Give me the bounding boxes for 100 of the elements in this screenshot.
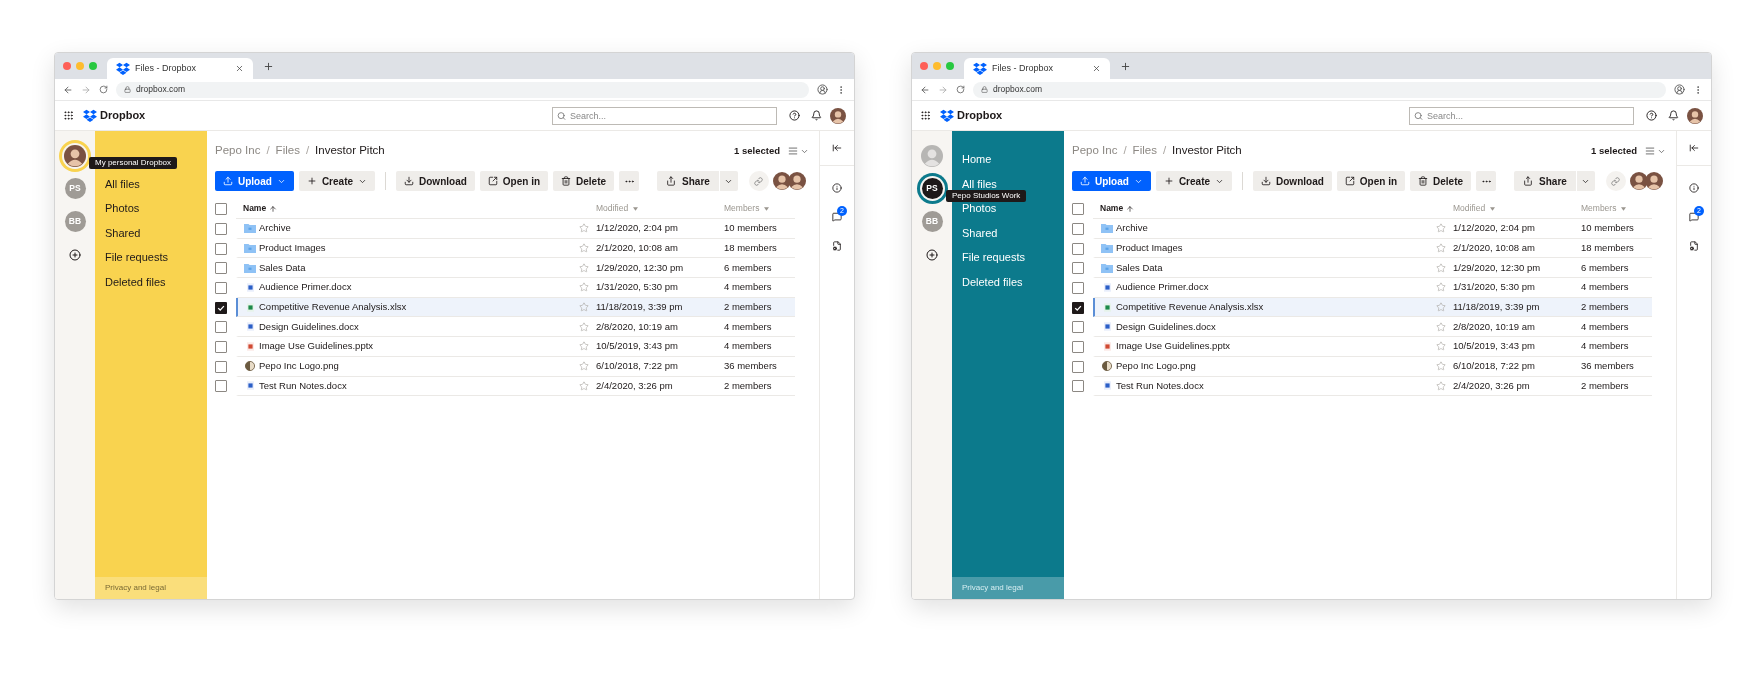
nav-item[interactable]: Shared xyxy=(962,220,998,245)
column-header[interactable]: Name xyxy=(243,202,267,215)
select-all-checkbox[interactable] xyxy=(215,203,227,215)
share-button[interactable]: Share xyxy=(657,171,719,191)
notifications-icon[interactable] xyxy=(1668,110,1679,121)
browser-tab[interactable]: Files - Dropbox xyxy=(964,58,1110,79)
row-checkbox[interactable] xyxy=(215,301,227,314)
app-grid-icon[interactable] xyxy=(63,110,74,121)
profile-icon[interactable] xyxy=(1674,84,1685,95)
star-icon[interactable] xyxy=(579,262,589,273)
row-checkbox[interactable] xyxy=(1072,380,1084,393)
file-row[interactable]: Image Use Guidelines.pptx 10/5/2019, 3:43 pm 4 members xyxy=(1093,337,1652,357)
row-checkbox[interactable] xyxy=(215,340,227,353)
row-checkbox[interactable] xyxy=(215,281,227,294)
reload-icon[interactable] xyxy=(956,85,965,94)
nav-item[interactable]: File requests xyxy=(962,245,1025,270)
download-button[interactable]: Download xyxy=(396,171,475,191)
delete-button[interactable]: Delete xyxy=(553,171,615,191)
star-icon[interactable] xyxy=(579,243,589,254)
star-icon[interactable] xyxy=(1436,243,1446,254)
help-icon[interactable] xyxy=(789,110,800,121)
column-header[interactable]: Name xyxy=(1100,202,1124,215)
file-row[interactable]: Product Images 2/1/2020, 10:08 am 18 members xyxy=(236,238,795,259)
breadcrumb-item[interactable]: Pepo Inc xyxy=(215,142,261,160)
breadcrumb-item[interactable]: Files xyxy=(1132,142,1157,160)
star-icon[interactable] xyxy=(1436,302,1446,313)
star-icon[interactable] xyxy=(579,321,589,332)
file-row[interactable]: Competitive Revenue Analysis.xlsx 11/18/2019, 3:39 pm 2 members xyxy=(236,297,795,318)
download-button[interactable]: Download xyxy=(1253,171,1332,191)
nav-item[interactable]: Photos xyxy=(105,196,140,221)
back-icon[interactable] xyxy=(63,84,73,95)
app-grid-icon[interactable] xyxy=(920,110,931,121)
row-checkbox[interactable] xyxy=(1072,262,1084,275)
file-row[interactable]: Archive 1/12/2020, 2:04 pm 10 members xyxy=(236,219,795,239)
file-row[interactable]: Product Images 2/1/2020, 10:08 am 18 members xyxy=(1093,238,1652,259)
create-button[interactable]: Create xyxy=(1155,171,1233,191)
star-icon[interactable] xyxy=(1436,262,1446,273)
star-icon[interactable] xyxy=(579,282,589,293)
select-all-checkbox[interactable] xyxy=(1072,203,1084,215)
file-row[interactable]: Pepo Inc Logo.png 6/10/2018, 7:22 pm 36 members xyxy=(1093,356,1652,377)
nav-item[interactable]: Deleted files xyxy=(962,269,1023,294)
row-checkbox[interactable] xyxy=(1072,222,1084,235)
file-row[interactable]: Audience Primer.docx 1/31/2020, 5:30 pm 4 members xyxy=(236,278,795,298)
help-icon[interactable] xyxy=(1646,110,1657,121)
file-row[interactable]: Test Run Notes.docx 2/4/2020, 3:26 pm 2 members xyxy=(1093,376,1652,397)
nav-item[interactable]: Deleted files xyxy=(105,269,166,294)
row-checkbox[interactable] xyxy=(1072,281,1084,294)
file-settings-icon[interactable] xyxy=(1689,241,1699,251)
browser-tab[interactable]: Files - Dropbox xyxy=(107,58,253,79)
row-checkbox[interactable] xyxy=(1072,340,1084,353)
row-checkbox[interactable] xyxy=(1072,301,1084,314)
view-list-icon[interactable] xyxy=(1645,146,1655,156)
row-checkbox[interactable] xyxy=(215,321,227,334)
file-row[interactable]: Image Use Guidelines.pptx 10/5/2019, 3:43 pm 4 members xyxy=(236,337,795,357)
file-row[interactable]: Archive 1/12/2020, 2:04 pm 10 members xyxy=(1093,219,1652,239)
add-account-icon[interactable] xyxy=(926,248,938,261)
profile-icon[interactable] xyxy=(817,84,828,95)
add-account-icon[interactable] xyxy=(69,248,81,261)
info-icon[interactable] xyxy=(1689,183,1699,193)
privacy-link[interactable]: Privacy and legal xyxy=(105,582,166,594)
row-checkbox[interactable] xyxy=(215,380,227,393)
star-icon[interactable] xyxy=(579,223,589,234)
more-button[interactable] xyxy=(1476,171,1497,191)
nav-item[interactable]: Home xyxy=(962,147,992,172)
search-field[interactable]: Search... xyxy=(552,106,777,125)
row-checkbox[interactable] xyxy=(215,262,227,275)
breadcrumb-item[interactable]: Files xyxy=(275,142,300,160)
star-icon[interactable] xyxy=(579,302,589,313)
address-bar[interactable]: dropbox.com xyxy=(973,81,1666,98)
info-icon[interactable] xyxy=(832,183,842,193)
star-icon[interactable] xyxy=(579,341,589,352)
nav-item[interactable]: All files xyxy=(105,171,140,196)
collapse-panel-icon[interactable] xyxy=(1689,143,1699,153)
nav-item[interactable]: File requests xyxy=(105,245,168,270)
star-icon[interactable] xyxy=(1436,223,1446,234)
close-window-control[interactable] xyxy=(920,62,928,70)
file-row[interactable]: Competitive Revenue Analysis.xlsx 11/18/2019, 3:39 pm 2 members xyxy=(1093,297,1652,318)
open-in-button[interactable]: Open in xyxy=(479,171,549,191)
row-checkbox[interactable] xyxy=(1072,360,1084,373)
close-tab-icon[interactable] xyxy=(1092,64,1101,73)
share-button[interactable]: Share xyxy=(1514,171,1576,191)
comments-icon[interactable] xyxy=(832,212,842,222)
close-window-control[interactable] xyxy=(63,62,71,70)
file-row[interactable]: Sales Data 1/29/2020, 12:30 pm 6 members xyxy=(1093,258,1652,279)
star-icon[interactable] xyxy=(579,361,589,372)
more-button[interactable] xyxy=(619,171,640,191)
file-row[interactable]: Sales Data 1/29/2020, 12:30 pm 6 members xyxy=(236,258,795,279)
open-in-button[interactable]: Open in xyxy=(1336,171,1406,191)
view-list-icon[interactable] xyxy=(788,146,798,156)
forward-icon[interactable] xyxy=(81,84,91,95)
file-row[interactable]: Design Guidelines.docx 2/8/2020, 10:19 am 4 members xyxy=(1093,317,1652,338)
upload-button[interactable]: Upload xyxy=(215,171,294,191)
star-icon[interactable] xyxy=(1436,380,1446,391)
file-row[interactable]: Design Guidelines.docx 2/8/2020, 10:19 am 4 members xyxy=(236,317,795,338)
star-icon[interactable] xyxy=(579,380,589,391)
search-field[interactable]: Search... xyxy=(1409,106,1634,125)
star-icon[interactable] xyxy=(1436,361,1446,372)
back-icon[interactable] xyxy=(920,84,930,95)
collapse-panel-icon[interactable] xyxy=(832,143,842,153)
forward-icon[interactable] xyxy=(938,84,948,95)
